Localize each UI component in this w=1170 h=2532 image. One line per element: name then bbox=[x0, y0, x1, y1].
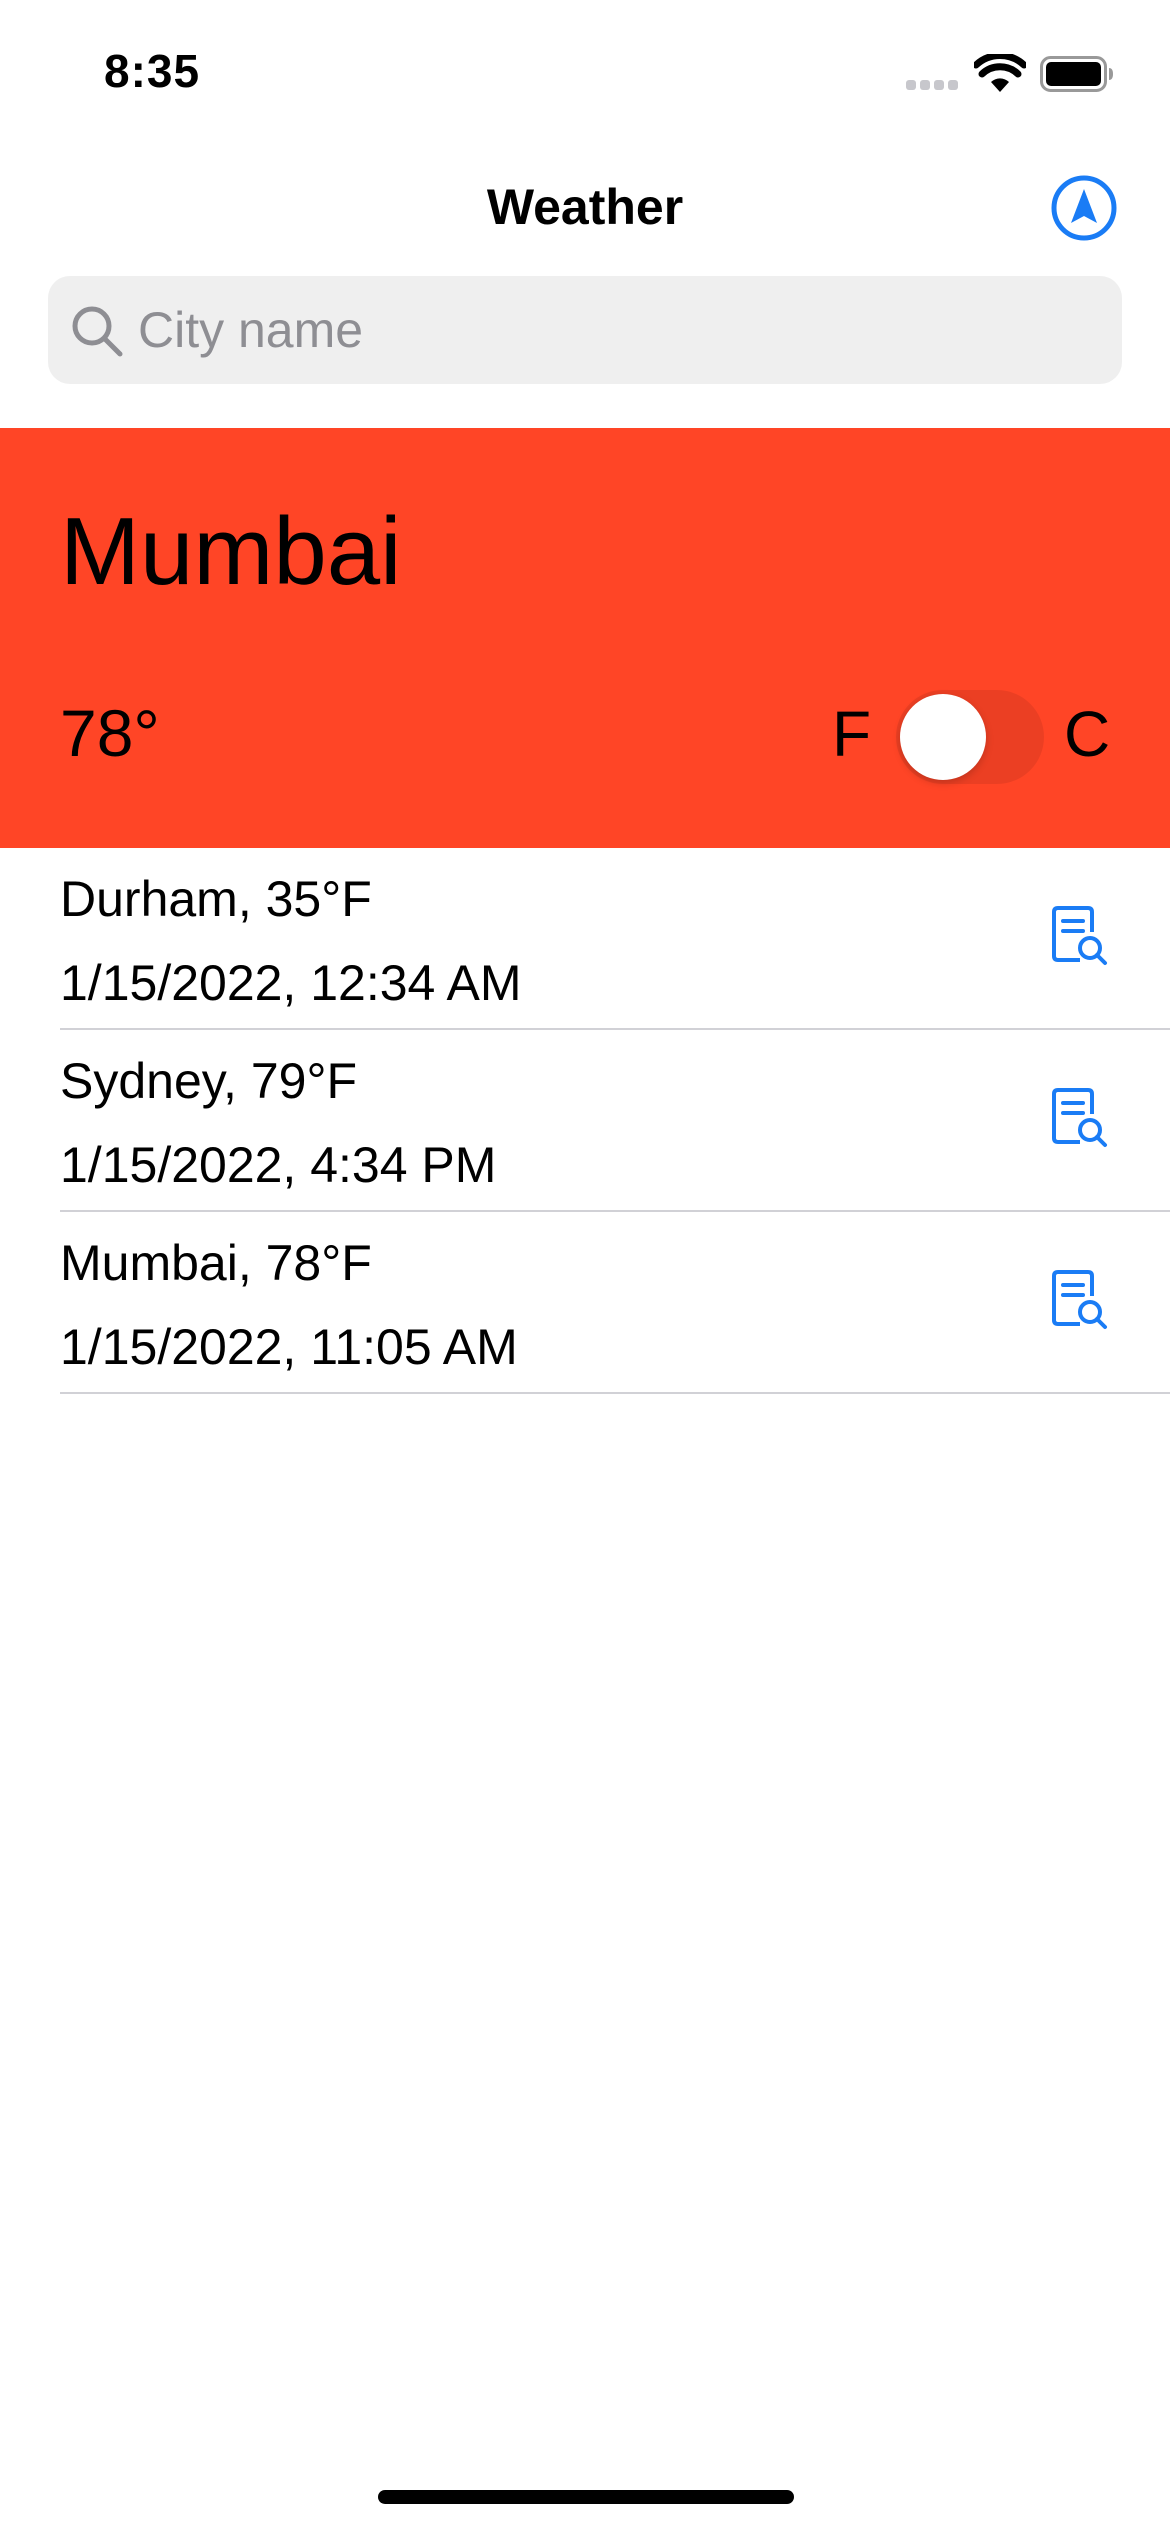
history-row-title: Sydney, 79°F bbox=[60, 1053, 357, 1109]
history-row[interactable]: Durham, 35°F 1/15/2022, 12:34 AM bbox=[0, 848, 1170, 1030]
history-row-title: Mumbai, 78°F bbox=[60, 1235, 372, 1291]
cellular-signal-icon bbox=[906, 80, 960, 92]
wifi-icon bbox=[974, 54, 1026, 92]
search-input[interactable] bbox=[138, 276, 1098, 384]
document-search-icon[interactable] bbox=[1050, 1268, 1110, 1332]
document-search-icon[interactable] bbox=[1050, 1086, 1110, 1150]
battery-icon bbox=[1040, 56, 1113, 92]
history-row-timestamp: 1/15/2022, 4:34 PM bbox=[60, 1137, 497, 1193]
history-row-timestamp: 1/15/2022, 12:34 AM bbox=[60, 955, 522, 1011]
history-row[interactable]: Sydney, 79°F 1/15/2022, 4:34 PM bbox=[0, 1030, 1170, 1212]
toggle-knob[interactable] bbox=[900, 694, 986, 780]
current-city: Mumbai bbox=[60, 498, 402, 605]
unit-label-fahrenheit: F bbox=[832, 698, 872, 770]
location-arrow-icon[interactable] bbox=[1050, 174, 1118, 242]
unit-label-celsius: C bbox=[1064, 698, 1111, 770]
history-row[interactable]: Mumbai, 78°F 1/15/2022, 11:05 AM bbox=[0, 1212, 1170, 1394]
document-search-icon[interactable] bbox=[1050, 904, 1110, 968]
status-bar: 8:35 bbox=[0, 0, 1170, 140]
current-temperature: 78° bbox=[60, 696, 160, 770]
status-time: 8:35 bbox=[104, 45, 201, 97]
history-row-timestamp: 1/15/2022, 11:05 AM bbox=[60, 1319, 518, 1375]
unit-toggle[interactable] bbox=[896, 690, 1044, 784]
home-indicator[interactable] bbox=[378, 2490, 794, 2504]
history-list: Durham, 35°F 1/15/2022, 12:34 AM Sydney,… bbox=[0, 848, 1170, 1394]
search-bar[interactable] bbox=[48, 276, 1122, 384]
search-icon bbox=[72, 306, 123, 357]
page-title: Weather bbox=[486, 179, 684, 235]
current-weather-card: Mumbai 78° F C bbox=[0, 428, 1170, 848]
history-row-title: Durham, 35°F bbox=[60, 871, 372, 927]
